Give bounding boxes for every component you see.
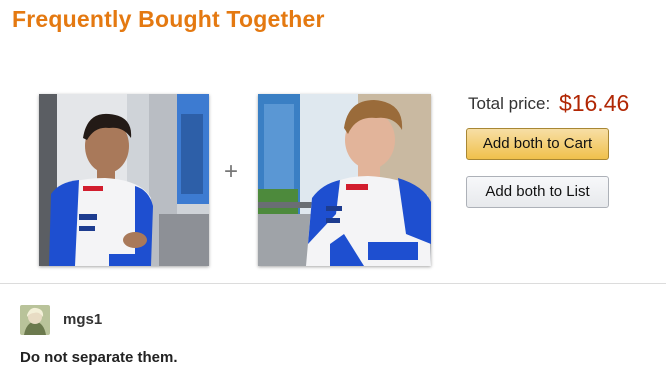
avatar[interactable] <box>20 305 50 335</box>
total-price-value: $16.46 <box>558 90 630 116</box>
comment-username[interactable]: mgs1 <box>63 311 102 328</box>
total-price-label: Total price: <box>468 94 551 113</box>
comment-text: Do not separate them. <box>20 349 178 366</box>
product-image-2[interactable] <box>258 94 431 266</box>
total-price-row: Total price: $16.46 <box>468 90 629 117</box>
add-both-to-cart-button[interactable]: Add both to Cart <box>466 128 609 160</box>
add-both-to-list-button[interactable]: Add both to List <box>466 176 609 208</box>
product-image-1[interactable] <box>39 94 209 266</box>
plus-sign: + <box>224 158 239 185</box>
widget-title: Frequently Bought Together <box>12 6 325 32</box>
divider <box>0 283 666 284</box>
